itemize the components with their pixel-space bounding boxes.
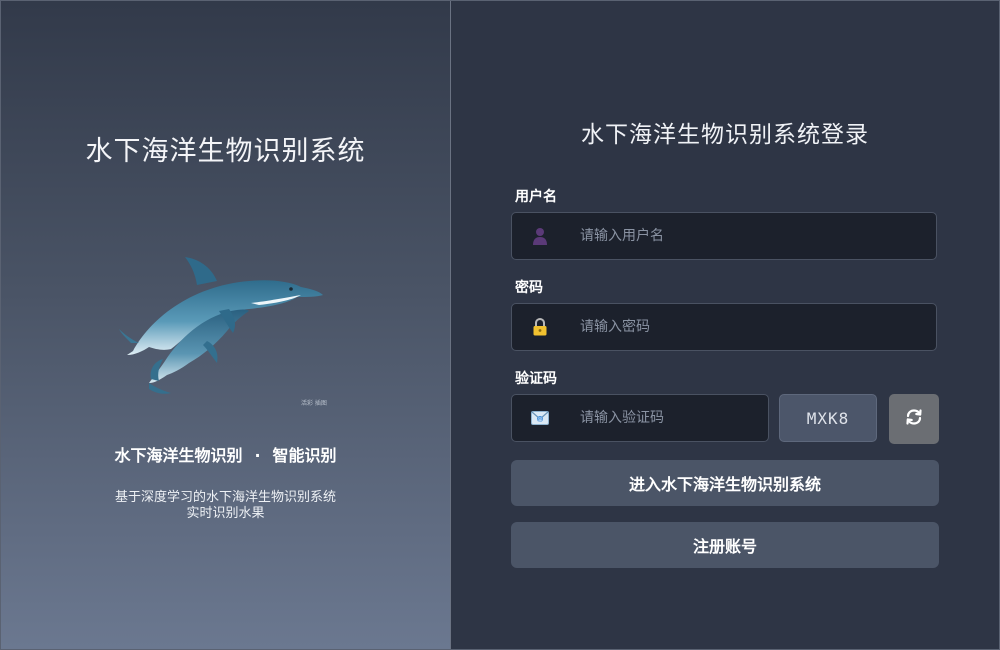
dolphins-illustration bbox=[119, 251, 333, 411]
description: 基于深度学习的水下海洋生物识别系统 实时识别水果 bbox=[1, 490, 450, 522]
description-line-2: 实时识别水果 bbox=[186, 506, 265, 521]
lock-icon bbox=[516, 318, 564, 336]
captcha-input[interactable] bbox=[578, 409, 762, 427]
login-panel: 水下海洋生物识别系统登录 用户名 密码 bbox=[451, 1, 999, 649]
brand-title: 水下海洋生物识别系统 bbox=[85, 136, 366, 167]
tagline-right: 智能识别 bbox=[272, 446, 337, 465]
captcha-field[interactable]: @ bbox=[511, 394, 769, 442]
username-input[interactable] bbox=[578, 227, 902, 245]
envelope-icon: @ bbox=[516, 411, 564, 425]
tagline: 水下海洋生物识别 · 智能识别 bbox=[1, 442, 450, 466]
submit-login-button[interactable]: 进入水下海洋生物识别系统 bbox=[511, 460, 939, 506]
login-title: 水下海洋生物识别系统登录 bbox=[581, 122, 869, 148]
username-field[interactable] bbox=[511, 212, 937, 260]
captcha-label: 验证码 bbox=[515, 371, 557, 387]
captcha-image[interactable]: MXK8 bbox=[779, 394, 877, 442]
app-window: 水下海洋生物识别系统 活彩 插图 水下海洋生物识别 · 智能识别 基于深度学习的… bbox=[0, 0, 1000, 650]
password-field[interactable] bbox=[511, 303, 937, 351]
tagline-left: 水下海洋生物识别 bbox=[114, 446, 243, 465]
password-input[interactable] bbox=[578, 318, 902, 336]
username-label: 用户名 bbox=[515, 189, 557, 205]
refresh-icon bbox=[905, 408, 923, 430]
tagline-separator: · bbox=[254, 446, 261, 465]
watermark-text: 活彩 插图 bbox=[301, 400, 327, 407]
register-button[interactable]: 注册账号 bbox=[511, 522, 939, 568]
brand-panel: 水下海洋生物识别系统 活彩 插图 水下海洋生物识别 · 智能识别 基于深度学习的… bbox=[1, 1, 451, 649]
user-icon bbox=[516, 227, 564, 245]
password-label: 密码 bbox=[515, 280, 543, 296]
description-line-1: 基于深度学习的水下海洋生物识别系统 bbox=[114, 490, 336, 505]
svg-text:@: @ bbox=[538, 417, 543, 423]
refresh-captcha-button[interactable] bbox=[889, 394, 939, 444]
